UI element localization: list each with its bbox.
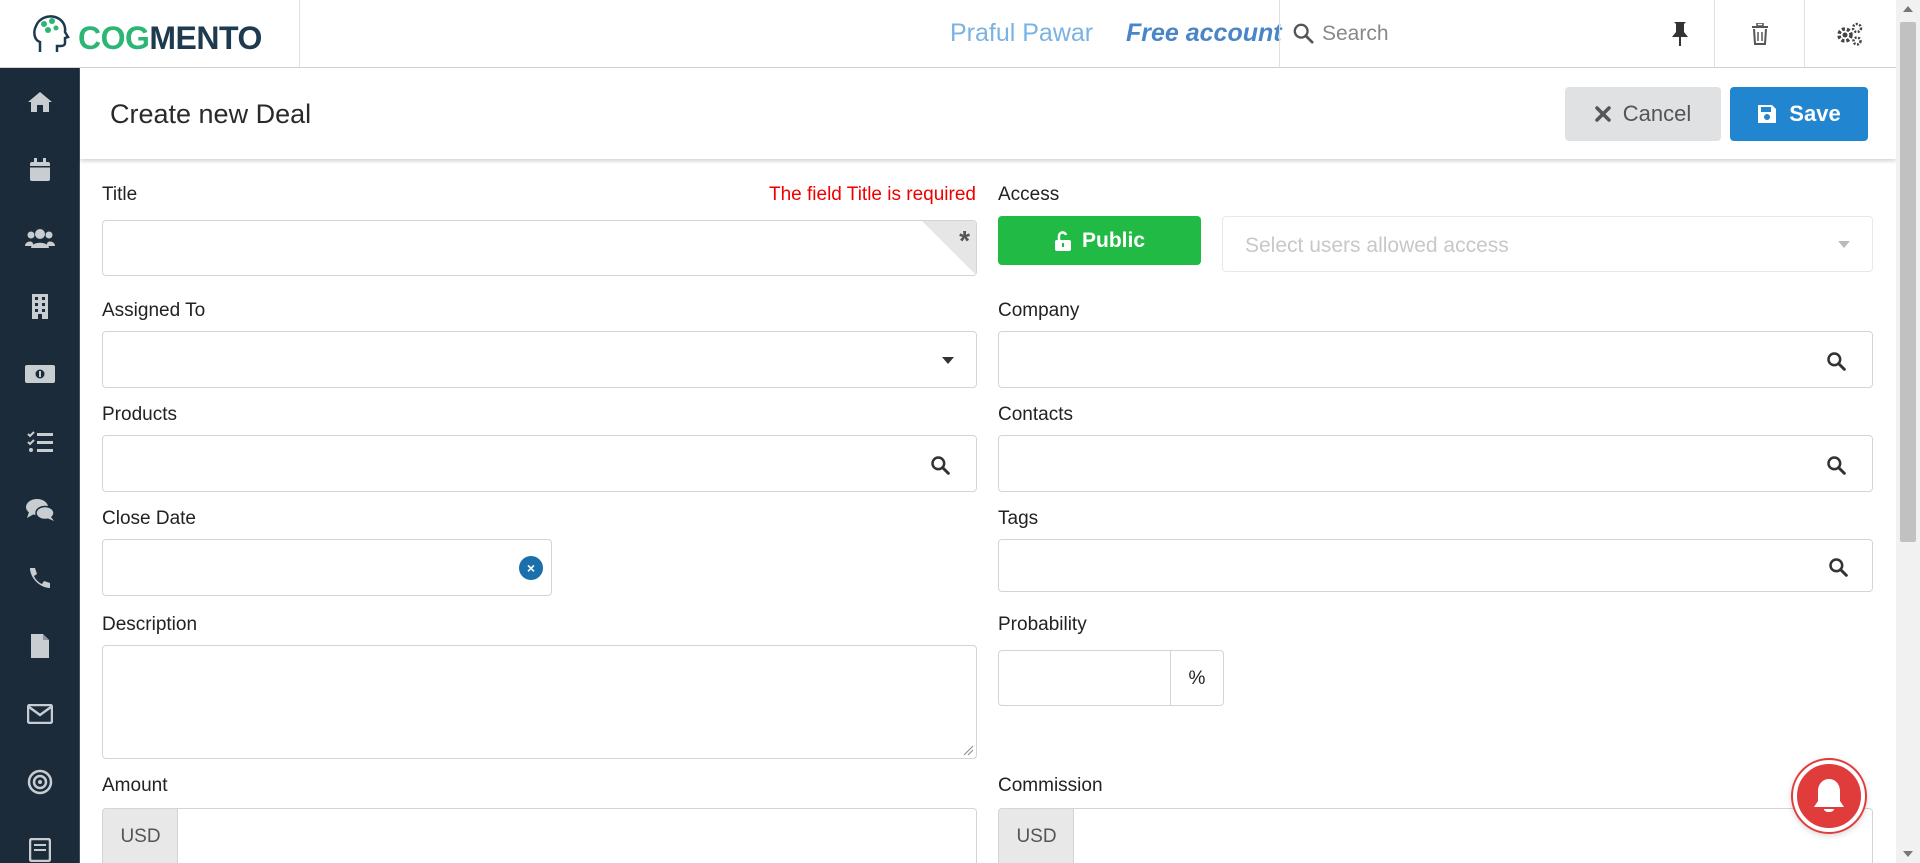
user-name[interactable]: Praful Pawar: [950, 19, 1093, 48]
close-date-input[interactable]: ×: [102, 539, 552, 596]
description-label: Description: [102, 614, 198, 635]
commission-currency-addon: USD: [998, 808, 1074, 863]
clear-date-icon[interactable]: ×: [519, 556, 543, 580]
tasks-icon: [27, 431, 53, 452]
search-input[interactable]: [1322, 14, 1662, 54]
phone-icon: [30, 568, 50, 588]
email-icon: [27, 704, 53, 724]
search-icon: [931, 456, 950, 475]
bell-icon: [1814, 779, 1844, 812]
chat-icon: [26, 499, 55, 521]
account-type[interactable]: Free account: [1126, 19, 1282, 48]
sidebar-item-home[interactable]: [0, 68, 80, 136]
probability-label: Probability: [998, 614, 1087, 635]
scroll-up-icon[interactable]: [1903, 6, 1913, 12]
contacts-icon: [25, 229, 55, 248]
title-error-message: The field Title is required: [769, 184, 976, 205]
money-icon: [25, 365, 55, 383]
notification-button[interactable]: [1793, 760, 1865, 832]
required-corner: *: [922, 221, 976, 275]
sidebar-item-forms[interactable]: [0, 816, 80, 863]
document-icon: [31, 634, 49, 658]
chevron-down-icon: [942, 357, 954, 364]
page-header: Create new Deal Cancel Save: [80, 68, 1896, 159]
percent-addon: %: [1170, 650, 1224, 706]
access-users-select[interactable]: Select users allowed access: [1222, 216, 1873, 272]
unlock-icon: [1054, 230, 1071, 251]
sidebar-item-calendar[interactable]: [0, 136, 80, 204]
settings-button[interactable]: [1804, 0, 1894, 68]
global-search[interactable]: [1279, 0, 1714, 68]
sidebar-item-deals[interactable]: [0, 340, 80, 408]
tags-label: Tags: [998, 508, 1039, 529]
page-title: Create new Deal: [110, 99, 312, 129]
chevron-down-icon: [1838, 241, 1850, 248]
save-button[interactable]: Save: [1730, 87, 1868, 141]
contacts-label: Contacts: [998, 404, 1073, 425]
sidebar-item-companies[interactable]: [0, 272, 80, 340]
scroll-thumb[interactable]: [1900, 22, 1916, 542]
sidebar-item-chat[interactable]: [0, 476, 80, 544]
close-date-label: Close Date: [102, 508, 196, 529]
sidebar-item-campaigns[interactable]: [0, 748, 80, 816]
page-scrollbar[interactable]: [1896, 0, 1920, 863]
search-icon: [1829, 558, 1848, 577]
pin-button[interactable]: [1660, 18, 1700, 50]
resize-handle-icon[interactable]: [962, 744, 974, 756]
sidebar-item-tasks[interactable]: [0, 408, 80, 476]
trash-button[interactable]: [1714, 0, 1804, 68]
products-label: Products: [102, 404, 177, 425]
search-icon: [1827, 352, 1846, 371]
save-icon: [1758, 105, 1777, 123]
title-input[interactable]: *: [102, 220, 977, 276]
search-icon: [1293, 23, 1314, 44]
company-label: Company: [998, 300, 1080, 321]
company-search-input[interactable]: [998, 331, 1873, 388]
commission-label: Commission: [998, 775, 1103, 796]
brand-name: COGMENTO: [78, 20, 262, 56]
top-bar: COGMENTO Praful Pawar Free account: [0, 0, 1896, 68]
cancel-label: Cancel: [1622, 101, 1692, 126]
assigned-to-select[interactable]: [102, 331, 977, 388]
home-icon: [28, 92, 52, 112]
probability-input[interactable]: [998, 650, 1171, 706]
sidebar-item-documents[interactable]: [0, 612, 80, 680]
close-icon: [1595, 106, 1611, 122]
sidebar-item-calls[interactable]: [0, 544, 80, 612]
amount-currency-addon: USD: [102, 808, 178, 863]
contacts-search-input[interactable]: [998, 435, 1873, 492]
calendar-icon: [30, 158, 50, 181]
public-label: Public: [1081, 228, 1145, 252]
app-logo[interactable]: COGMENTO: [0, 0, 300, 68]
gears-icon: [1836, 22, 1862, 46]
pin-icon: [1672, 22, 1688, 46]
sidebar: [0, 68, 80, 863]
tags-search-input[interactable]: [998, 539, 1873, 592]
assigned-to-label: Assigned To: [102, 300, 206, 321]
required-asterisk-icon: *: [959, 225, 970, 256]
company-icon: [32, 294, 48, 319]
amount-label: Amount: [102, 775, 168, 796]
public-access-button[interactable]: Public: [998, 216, 1201, 265]
amount-input[interactable]: [177, 808, 977, 863]
brain-logo-icon: [33, 15, 70, 52]
scroll-down-icon[interactable]: [1903, 851, 1913, 857]
access-label: Access: [998, 184, 1060, 205]
products-search-input[interactable]: [102, 435, 977, 492]
search-icon: [1827, 456, 1846, 475]
commission-input[interactable]: [1073, 808, 1873, 863]
sidebar-item-contacts[interactable]: [0, 204, 80, 272]
target-icon: [27, 769, 53, 795]
save-label: Save: [1789, 101, 1841, 126]
access-placeholder: Select users allowed access: [1245, 234, 1509, 257]
title-label: Title: [102, 184, 138, 205]
forms-icon: [29, 838, 51, 862]
trash-icon: [1751, 23, 1768, 45]
sidebar-item-email[interactable]: [0, 680, 80, 748]
cancel-button[interactable]: Cancel: [1565, 87, 1721, 141]
description-textarea[interactable]: [102, 645, 977, 759]
